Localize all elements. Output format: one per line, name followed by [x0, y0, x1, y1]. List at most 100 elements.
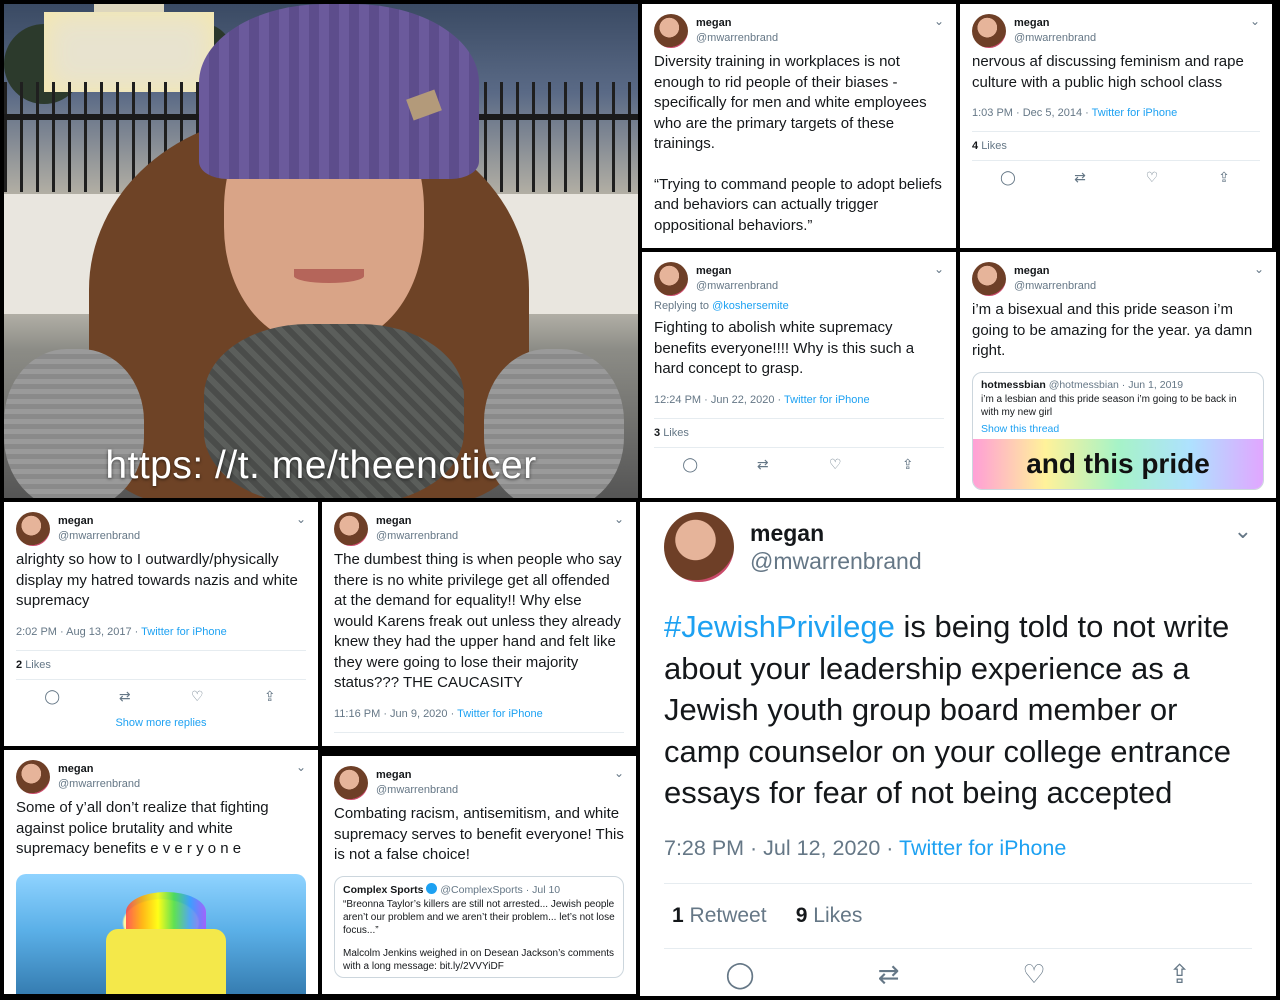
tweet-source-link[interactable]: Twitter for iPhone: [1092, 107, 1178, 119]
quoted-tweet-image[interactable]: and this pride: [973, 438, 1263, 489]
chevron-down-icon[interactable]: ⌄: [296, 512, 306, 526]
user-handle[interactable]: @mwarrenbrand: [1014, 32, 1096, 44]
tweet-media-gif[interactable]: [16, 873, 306, 994]
likes-count[interactable]: 9 Likes: [796, 904, 863, 927]
tweet-source-link[interactable]: Twitter for iPhone: [784, 394, 870, 406]
chevron-down-icon[interactable]: ⌄: [296, 760, 306, 774]
hashtag-link[interactable]: #JewishPrivilege: [664, 609, 895, 644]
likes-number: 2: [16, 658, 23, 671]
tweet-meta: 2:02 PM · Aug 13, 2017 · Twitter for iPh…: [16, 626, 306, 638]
tweet-header: megan @mwarrenbrand ⌄: [654, 14, 944, 52]
meta-separator: ·: [1082, 107, 1092, 119]
tweet-card-diversity[interactable]: megan @mwarrenbrand ⌄ Diversity training…: [642, 4, 956, 248]
likes-label: Likes: [981, 140, 1007, 152]
tweet-card-police[interactable]: megan @mwarrenbrand ⌄ Some of y’all don’…: [4, 750, 318, 994]
user-name[interactable]: megan: [750, 520, 824, 547]
tweet-header: megan @mwarrenbrand ⌄: [334, 766, 624, 804]
tweet-source-link[interactable]: Twitter for iPhone: [457, 708, 543, 720]
chevron-down-icon[interactable]: ⌄: [1250, 14, 1260, 28]
tweet-time: 11:16 PM · Jun 9, 2020: [334, 707, 448, 720]
heart-icon[interactable]: ♡: [1022, 959, 1045, 990]
chevron-down-icon[interactable]: ⌄: [934, 262, 944, 276]
user-name[interactable]: megan: [58, 515, 93, 527]
chevron-down-icon[interactable]: ⌄: [614, 766, 624, 780]
reply-icon[interactable]: ◯: [37, 688, 67, 705]
share-icon[interactable]: ⇪: [1209, 169, 1239, 186]
avatar[interactable]: [654, 262, 688, 296]
chevron-down-icon[interactable]: ⌄: [934, 14, 944, 28]
retweet-icon[interactable]: ⇄: [878, 959, 900, 990]
avatar[interactable]: [334, 512, 368, 546]
user-name[interactable]: megan: [696, 265, 731, 277]
quoted-user-meta: @hotmessbian · Jun 1, 2019: [1048, 378, 1184, 391]
user-name[interactable]: megan: [58, 763, 93, 775]
share-icon[interactable]: ⇪: [893, 456, 923, 473]
avatar[interactable]: [664, 512, 734, 582]
user-name[interactable]: megan: [376, 515, 411, 527]
avatar[interactable]: [334, 766, 368, 800]
quoted-tweet[interactable]: hotmessbian @hotmessbian · Jun 1, 2019 i…: [972, 371, 1264, 490]
show-more-replies-link[interactable]: Show more replies: [16, 717, 306, 729]
tweet-card-abolish[interactable]: megan @mwarrenbrand ⌄ Replying to @koshe…: [642, 252, 956, 498]
user-name[interactable]: megan: [1014, 17, 1049, 29]
user-handle[interactable]: @mwarrenbrand: [696, 32, 778, 44]
share-icon[interactable]: ⇪: [1169, 959, 1191, 990]
avatar[interactable]: [654, 14, 688, 48]
user-handle[interactable]: @mwarrenbrand: [696, 280, 778, 292]
quoted-tweet[interactable]: Complex Sports @ComplexSports · Jul 10 “…: [334, 875, 624, 978]
tweet-card-combating[interactable]: megan @mwarrenbrand ⌄ Combating racism, …: [322, 756, 636, 994]
chevron-down-icon[interactable]: ⌄: [1254, 262, 1264, 276]
reply-icon[interactable]: ◯: [675, 456, 705, 473]
tweet-source-link[interactable]: Twitter for iPhone: [141, 626, 227, 638]
heart-icon[interactable]: ♡: [1137, 169, 1167, 186]
chevron-down-icon[interactable]: ⌄: [614, 512, 624, 526]
likes-label: Likes: [813, 903, 863, 927]
user-handle[interactable]: @mwarrenbrand: [58, 530, 140, 542]
avatar[interactable]: [16, 760, 50, 794]
heart-icon[interactable]: ♡: [820, 456, 850, 473]
avatar[interactable]: [16, 512, 50, 546]
white-house-shape: [44, 4, 214, 92]
user-name[interactable]: megan: [696, 17, 731, 29]
heart-icon[interactable]: ♡: [182, 688, 212, 705]
likes-count[interactable]: 4 Likes: [972, 132, 1260, 160]
quoted-tweet-text: i’m a lesbian and this pride season i’m …: [981, 393, 1237, 418]
tweet-header: megan @mwarrenbrand ⌄: [654, 262, 944, 300]
retweet-icon[interactable]: ⇄: [748, 456, 778, 473]
replying-to: Replying to @koshersemite: [654, 300, 944, 312]
tweet-stats: 1 Retweet 9 Likes: [664, 884, 1252, 948]
retweet-icon[interactable]: ⇄: [1065, 169, 1095, 186]
tweet-card-nazis[interactable]: megan @mwarrenbrand ⌄ alrighty so how to…: [4, 502, 318, 746]
tweet-text: alrighty so how to I outwardly/physicall…: [16, 551, 298, 609]
tweet-source-link[interactable]: Twitter for iPhone: [899, 836, 1066, 860]
avatar[interactable]: [972, 14, 1006, 48]
user-name[interactable]: megan: [376, 769, 411, 781]
verified-badge-icon: [426, 882, 438, 894]
user-handle[interactable]: @mwarrenbrand: [376, 530, 458, 542]
retweet-count[interactable]: 1 Retweet: [672, 904, 767, 927]
user-handle[interactable]: @mwarrenbrand: [750, 548, 922, 575]
tweet-header: megan @mwarrenbrand ⌄: [16, 512, 306, 550]
tweet-meta: 1:03 PM · Dec 5, 2014 · Twitter for iPho…: [972, 107, 1260, 119]
reply-icon[interactable]: ◯: [725, 959, 754, 990]
quoted-tweet-header: Complex Sports @ComplexSports · Jul 10: [335, 877, 623, 898]
replying-to-handle[interactable]: @koshersemite: [712, 300, 789, 312]
user-handle[interactable]: @mwarrenbrand: [58, 778, 140, 790]
tweet-card-feminism[interactable]: megan @mwarrenbrand ⌄ nervous af discuss…: [960, 4, 1272, 248]
show-thread-link[interactable]: Show this thread: [973, 423, 1263, 439]
chevron-down-icon[interactable]: ⌄: [1234, 518, 1252, 544]
retweet-icon[interactable]: ⇄: [110, 688, 140, 705]
quoted-tweet-text-2: Malcolm Jenkins weighed in on Desean Jac…: [343, 947, 615, 972]
likes-count[interactable]: 3 Likes: [654, 419, 944, 447]
share-icon[interactable]: ⇪: [255, 688, 285, 705]
likes-count[interactable]: 2 Likes: [16, 651, 306, 679]
user-handle[interactable]: @mwarrenbrand: [376, 784, 458, 796]
tweet-card-caucasity[interactable]: megan @mwarrenbrand ⌄ The dumbest thing …: [322, 502, 636, 746]
reply-icon[interactable]: ◯: [993, 169, 1023, 186]
tweet-card-jewish-privilege[interactable]: megan @mwarrenbrand ⌄ #JewishPrivilege i…: [640, 502, 1276, 996]
user-handle[interactable]: @mwarrenbrand: [1014, 280, 1096, 292]
user-name[interactable]: megan: [1014, 265, 1049, 277]
tweet-text: Combating racism, antisemitism, and whit…: [334, 805, 624, 863]
avatar[interactable]: [972, 262, 1006, 296]
tweet-card-pride[interactable]: megan @mwarrenbrand ⌄ i’m a bisexual and…: [960, 252, 1276, 498]
